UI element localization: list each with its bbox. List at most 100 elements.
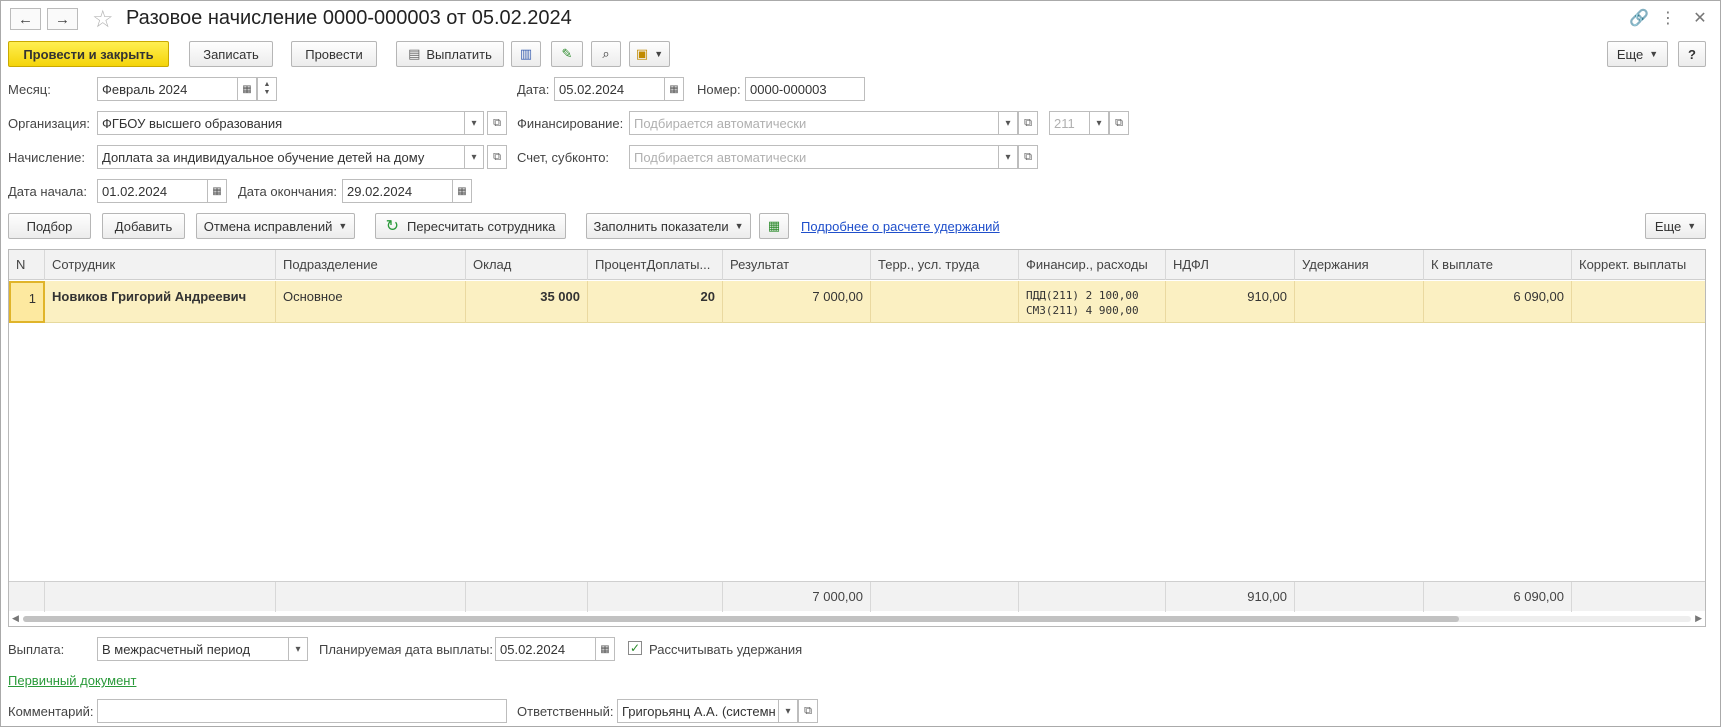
select-button[interactable]: Подбор [8, 213, 91, 239]
scroll-left-icon[interactable]: ◀ [12, 613, 19, 624]
cell-result[interactable]: 7 000,00 [723, 281, 871, 323]
cell-percent[interactable]: 20 [588, 281, 723, 323]
cell-division[interactable]: Основное [276, 281, 466, 323]
table-more-button[interactable]: Еще ▼ [1645, 213, 1706, 239]
payment-field[interactable]: В межрасчетный период [97, 637, 289, 661]
more-button[interactable]: Еще ▼ [1607, 41, 1668, 67]
favorite-star-icon[interactable]: ☆ [92, 5, 114, 34]
add-button[interactable]: Добавить [102, 213, 185, 239]
help-label: ? [1688, 46, 1696, 62]
post-button[interactable]: Провести [291, 41, 377, 67]
cell-correction[interactable] [1572, 281, 1705, 323]
start-date-calendar-button[interactable]: ▦ [207, 179, 227, 203]
deductions-details-link[interactable]: Подробнее о расчете удержаний [801, 219, 1000, 234]
col-territory[interactable]: Терр., усл. труда [871, 250, 1019, 280]
create-based-button[interactable]: ▣ ▼ [629, 41, 670, 67]
calendar-button[interactable]: ▦ [237, 77, 257, 101]
more-menu-icon[interactable]: ⋮ [1659, 8, 1677, 28]
col-deductions[interactable]: Удержания [1295, 250, 1424, 280]
attach-button[interactable]: ⌕ [591, 41, 621, 67]
total-cell-empty [9, 582, 45, 612]
financing-code-open-button[interactable]: ⧉ [1109, 111, 1129, 135]
start-date-field[interactable]: 01.02.2024 [97, 179, 208, 203]
col-n[interactable]: N [9, 250, 45, 280]
col-salary[interactable]: Оклад [466, 250, 588, 280]
calc-deductions-label[interactable]: Рассчитывать удержания [649, 642, 802, 657]
cell-ndfl[interactable]: 910,00 [1166, 281, 1295, 323]
responsible-open-button[interactable]: ⧉ [798, 699, 818, 723]
month-field[interactable]: Февраль 2024 [97, 77, 238, 101]
organization-dropdown[interactable]: ▾ [464, 111, 484, 135]
financing-dropdown[interactable]: ▾ [998, 111, 1018, 135]
col-financing[interactable]: Финансир., расходы [1019, 250, 1166, 280]
organization-field[interactable]: ФГБОУ высшего образования [97, 111, 465, 135]
save-button[interactable]: Записать [189, 41, 273, 67]
edit-button[interactable]: ✎ [551, 41, 583, 67]
post-and-close-button[interactable]: Провести и закрыть [8, 41, 169, 67]
table-row[interactable]: 1 Новиков Григорий Андреевич Основное 35… [9, 281, 1705, 323]
responsible-dropdown[interactable]: ▾ [778, 699, 798, 723]
create-based-icon: ▣ [635, 46, 649, 61]
document-window: ← → ☆ Разовое начисление 0000-000003 от … [0, 0, 1721, 727]
responsible-field[interactable]: Григорьянц А.А. (системн [617, 699, 779, 723]
scroll-right-icon[interactable]: ▶ [1695, 613, 1702, 624]
cancel-corrections-button[interactable]: Отмена исправлений ▼ [196, 213, 355, 239]
planned-date-field[interactable]: 05.02.2024 [495, 637, 596, 661]
comment-field[interactable] [97, 699, 507, 723]
cell-to-pay[interactable]: 6 090,00 [1424, 281, 1572, 323]
cell-salary[interactable]: 35 000 [466, 281, 588, 323]
link-icon[interactable]: 🔗 [1629, 8, 1649, 28]
fill-indicators-button[interactable]: Заполнить показатели ▼ [586, 213, 751, 239]
total-cell-empty [588, 582, 723, 612]
report-button[interactable]: ▥ [511, 41, 541, 67]
end-date-field[interactable]: 29.02.2024 [342, 179, 453, 203]
end-date-calendar-button[interactable]: ▦ [452, 179, 472, 203]
account-label: Счет, субконто: [517, 150, 610, 165]
financing-open-button[interactable]: ⧉ [1018, 111, 1038, 135]
accrual-dropdown[interactable]: ▾ [464, 145, 484, 169]
col-correction[interactable]: Коррект. выплаты [1572, 250, 1705, 280]
date-calendar-button[interactable]: ▦ [664, 77, 684, 101]
account-open-button[interactable]: ⧉ [1018, 145, 1038, 169]
cell-financing[interactable]: ПДД(211) 2 100,00 СМЗ(211) 4 900,00 [1019, 281, 1166, 323]
primary-document-link[interactable]: Первичный документ [8, 673, 136, 688]
payment-dropdown[interactable]: ▾ [288, 637, 308, 661]
cell-deductions[interactable] [1295, 281, 1424, 323]
cell-n[interactable]: 1 [9, 281, 45, 323]
pay-label: Выплатить [426, 46, 492, 62]
col-employee[interactable]: Сотрудник [45, 250, 276, 280]
recalculate-employee-button[interactable]: ↻ Пересчитать сотрудника [375, 213, 566, 239]
col-division[interactable]: Подразделение [276, 250, 466, 280]
month-stepper[interactable]: ▲ ▼ [257, 77, 277, 101]
account-dropdown[interactable]: ▾ [998, 145, 1018, 169]
col-percent[interactable]: ПроцентДоплаты... [588, 250, 723, 280]
col-result[interactable]: Результат [723, 250, 871, 280]
accrual-field[interactable]: Доплата за индивидуальное обучение детей… [97, 145, 465, 169]
pay-button[interactable]: ▤ Выплатить [396, 41, 504, 67]
back-button[interactable]: ← [10, 8, 41, 30]
end-date-label: Дата окончания: [238, 184, 337, 199]
forward-button[interactable]: → [47, 8, 78, 30]
total-cell-empty [45, 582, 276, 612]
report-icon: ▥ [519, 46, 533, 61]
financing-code-dropdown[interactable]: ▾ [1089, 111, 1109, 135]
col-to-pay[interactable]: К выплате [1424, 250, 1572, 280]
help-button[interactable]: ? [1678, 41, 1706, 67]
calc-deductions-checkbox[interactable]: ✓ [628, 641, 642, 655]
horizontal-scrollbar[interactable]: ◀ ▶ [9, 612, 1705, 626]
table-settings-button[interactable]: ▦ [759, 213, 789, 239]
accrual-open-button[interactable]: ⧉ [487, 145, 507, 169]
planned-date-calendar-button[interactable]: ▦ [595, 637, 615, 661]
account-field[interactable]: Подбирается автоматически [629, 145, 999, 169]
scroll-thumb[interactable] [23, 616, 1459, 622]
organization-open-button[interactable]: ⧉ [487, 111, 507, 135]
cell-employee[interactable]: Новиков Григорий Андреевич [45, 281, 276, 323]
number-field[interactable]: 0000-000003 [745, 77, 865, 101]
cell-territory[interactable] [871, 281, 1019, 323]
financing-code-field[interactable]: 211 [1049, 111, 1090, 135]
col-ndfl[interactable]: НДФЛ [1166, 250, 1295, 280]
financing-field[interactable]: Подбирается автоматически [629, 111, 999, 135]
date-field[interactable]: 05.02.2024 [554, 77, 665, 101]
close-icon[interactable]: ✕ [1691, 8, 1709, 28]
total-cell-empty [1019, 582, 1166, 612]
